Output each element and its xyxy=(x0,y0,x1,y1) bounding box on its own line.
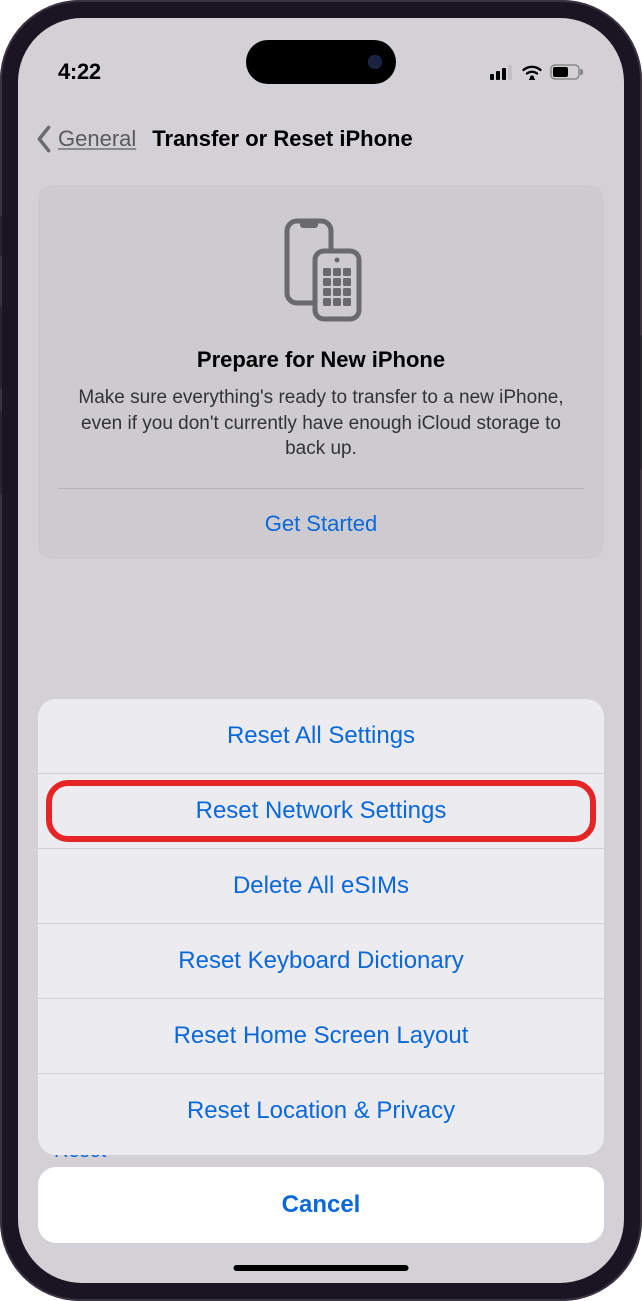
cancel-button[interactable]: Cancel xyxy=(38,1167,604,1243)
dynamic-island xyxy=(246,40,396,84)
screen: 4:22 xyxy=(18,18,624,1283)
delete-all-esims-item[interactable]: Delete All eSIMs xyxy=(38,849,604,924)
reset-network-settings-item[interactable]: Reset Network Settings xyxy=(38,774,604,849)
sheet-group: Reset All Settings Reset Network Setting… xyxy=(38,699,604,1155)
device-frame: 4:22 xyxy=(0,0,642,1301)
back-button[interactable]: General xyxy=(32,125,136,153)
sheet-item-label: Reset Home Screen Layout xyxy=(174,1022,469,1049)
volume-up-button xyxy=(0,305,2,390)
home-indicator[interactable] xyxy=(234,1265,409,1271)
sheet-item-label: Reset Keyboard Dictionary xyxy=(178,947,463,974)
get-started-button[interactable]: Get Started xyxy=(58,489,584,559)
prepare-description: Make sure everything's ready to transfer… xyxy=(58,385,584,488)
prepare-card: Prepare for New iPhone Make sure everyth… xyxy=(38,185,604,559)
page-content: General Transfer or Reset iPhone xyxy=(18,18,624,1283)
status-indicators xyxy=(490,64,584,80)
cellular-icon xyxy=(490,64,514,80)
reset-keyboard-dictionary-item[interactable]: Reset Keyboard Dictionary xyxy=(38,924,604,999)
devices-icon xyxy=(58,215,584,325)
sheet-item-label: Reset Location & Privacy xyxy=(187,1097,455,1124)
volume-down-button xyxy=(0,410,2,495)
reset-all-settings-item[interactable]: Reset All Settings xyxy=(38,699,604,774)
reset-location-privacy-item[interactable]: Reset Location & Privacy xyxy=(38,1074,604,1155)
chevron-left-icon xyxy=(32,125,56,153)
nav-header: General Transfer or Reset iPhone xyxy=(18,113,624,165)
wifi-icon xyxy=(521,64,543,80)
cancel-label: Cancel xyxy=(282,1191,361,1218)
sheet-item-label: Delete All eSIMs xyxy=(233,872,409,899)
silence-switch xyxy=(0,215,2,257)
sheet-item-label: Reset Network Settings xyxy=(196,797,447,824)
camera-icon xyxy=(368,55,382,69)
action-sheet: Reset All Settings Reset Network Setting… xyxy=(38,699,604,1243)
status-time: 4:22 xyxy=(58,59,101,85)
back-label: General xyxy=(58,126,136,152)
battery-icon xyxy=(550,64,584,80)
reset-home-screen-layout-item[interactable]: Reset Home Screen Layout xyxy=(38,999,604,1074)
sheet-item-label: Reset All Settings xyxy=(227,722,415,749)
page-title: Transfer or Reset iPhone xyxy=(152,126,412,152)
prepare-title: Prepare for New iPhone xyxy=(58,347,584,373)
